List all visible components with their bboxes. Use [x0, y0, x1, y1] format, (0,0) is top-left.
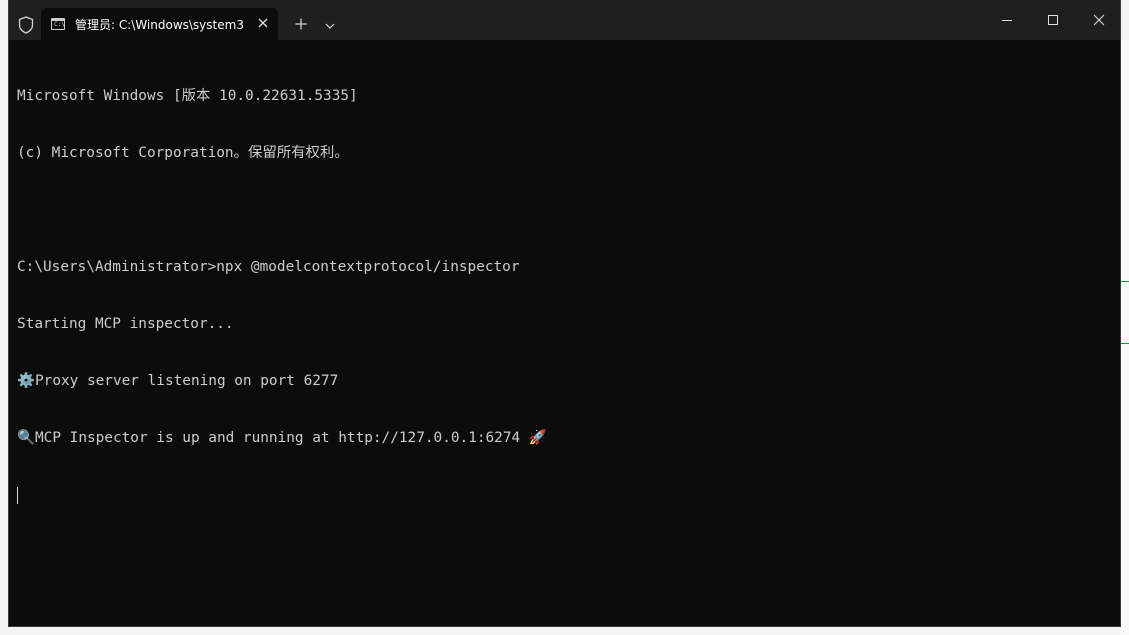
chevron-down-icon [325, 23, 335, 29]
plus-icon [295, 18, 307, 30]
close-window-button[interactable] [1076, 0, 1120, 40]
maximize-button[interactable] [1030, 0, 1076, 40]
tab-title: 管理员: C:\Windows\system3 [75, 18, 244, 32]
command-prompt-icon: C:\ [51, 18, 65, 30]
close-icon [1093, 14, 1105, 26]
rocket-icon: 🚀 [528, 430, 547, 446]
close-icon [258, 18, 268, 28]
text-cursor [17, 487, 18, 504]
magnifier-icon: 🔍 [17, 430, 35, 446]
new-tab-button[interactable] [287, 10, 315, 38]
tab-close-button[interactable] [253, 13, 273, 33]
shield-icon [18, 16, 34, 34]
console-output[interactable]: Microsoft Windows [版本 10.0.22631.5335] (… [17, 49, 1112, 543]
console-line: ⚙️Proxy server listening on port 6277 [17, 372, 1112, 391]
background-window-edge [1120, 40, 1129, 635]
console-line: C:\Users\Administrator>npx @modelcontext… [17, 259, 520, 275]
tab-dropdown-button[interactable] [316, 10, 344, 38]
console-line: Microsoft Windows [版本 10.0.22631.5335] [17, 88, 358, 104]
minimize-button[interactable] [984, 0, 1030, 40]
maximize-icon [1048, 15, 1058, 25]
command-prompt-glyph: C:\ [54, 21, 65, 28]
console-line: 🔍MCP Inspector is up and running at http… [17, 429, 1112, 448]
background-red-line [1120, 281, 1129, 282]
tab-cmd[interactable]: C:\ 管理员: C:\Windows\system3 [41, 8, 278, 40]
background-red-line [1120, 343, 1129, 344]
console-line: (c) Microsoft Corporation。保留所有权利。 [17, 145, 349, 161]
minimize-icon [1002, 20, 1012, 21]
console-line: Starting MCP inspector... [17, 316, 234, 332]
title-bar[interactable]: C:\ 管理员: C:\Windows\system3 [9, 0, 1120, 40]
console-prompt-line[interactable] [17, 486, 1112, 505]
terminal-window: C:\ 管理员: C:\Windows\system3 Microsoft Wi… [8, 0, 1121, 627]
console-line-text: Proxy server listening on port 6277 [35, 373, 339, 389]
console-line-text: MCP Inspector is up and running at http:… [35, 430, 521, 446]
gear-icon: ⚙️ [17, 373, 35, 389]
